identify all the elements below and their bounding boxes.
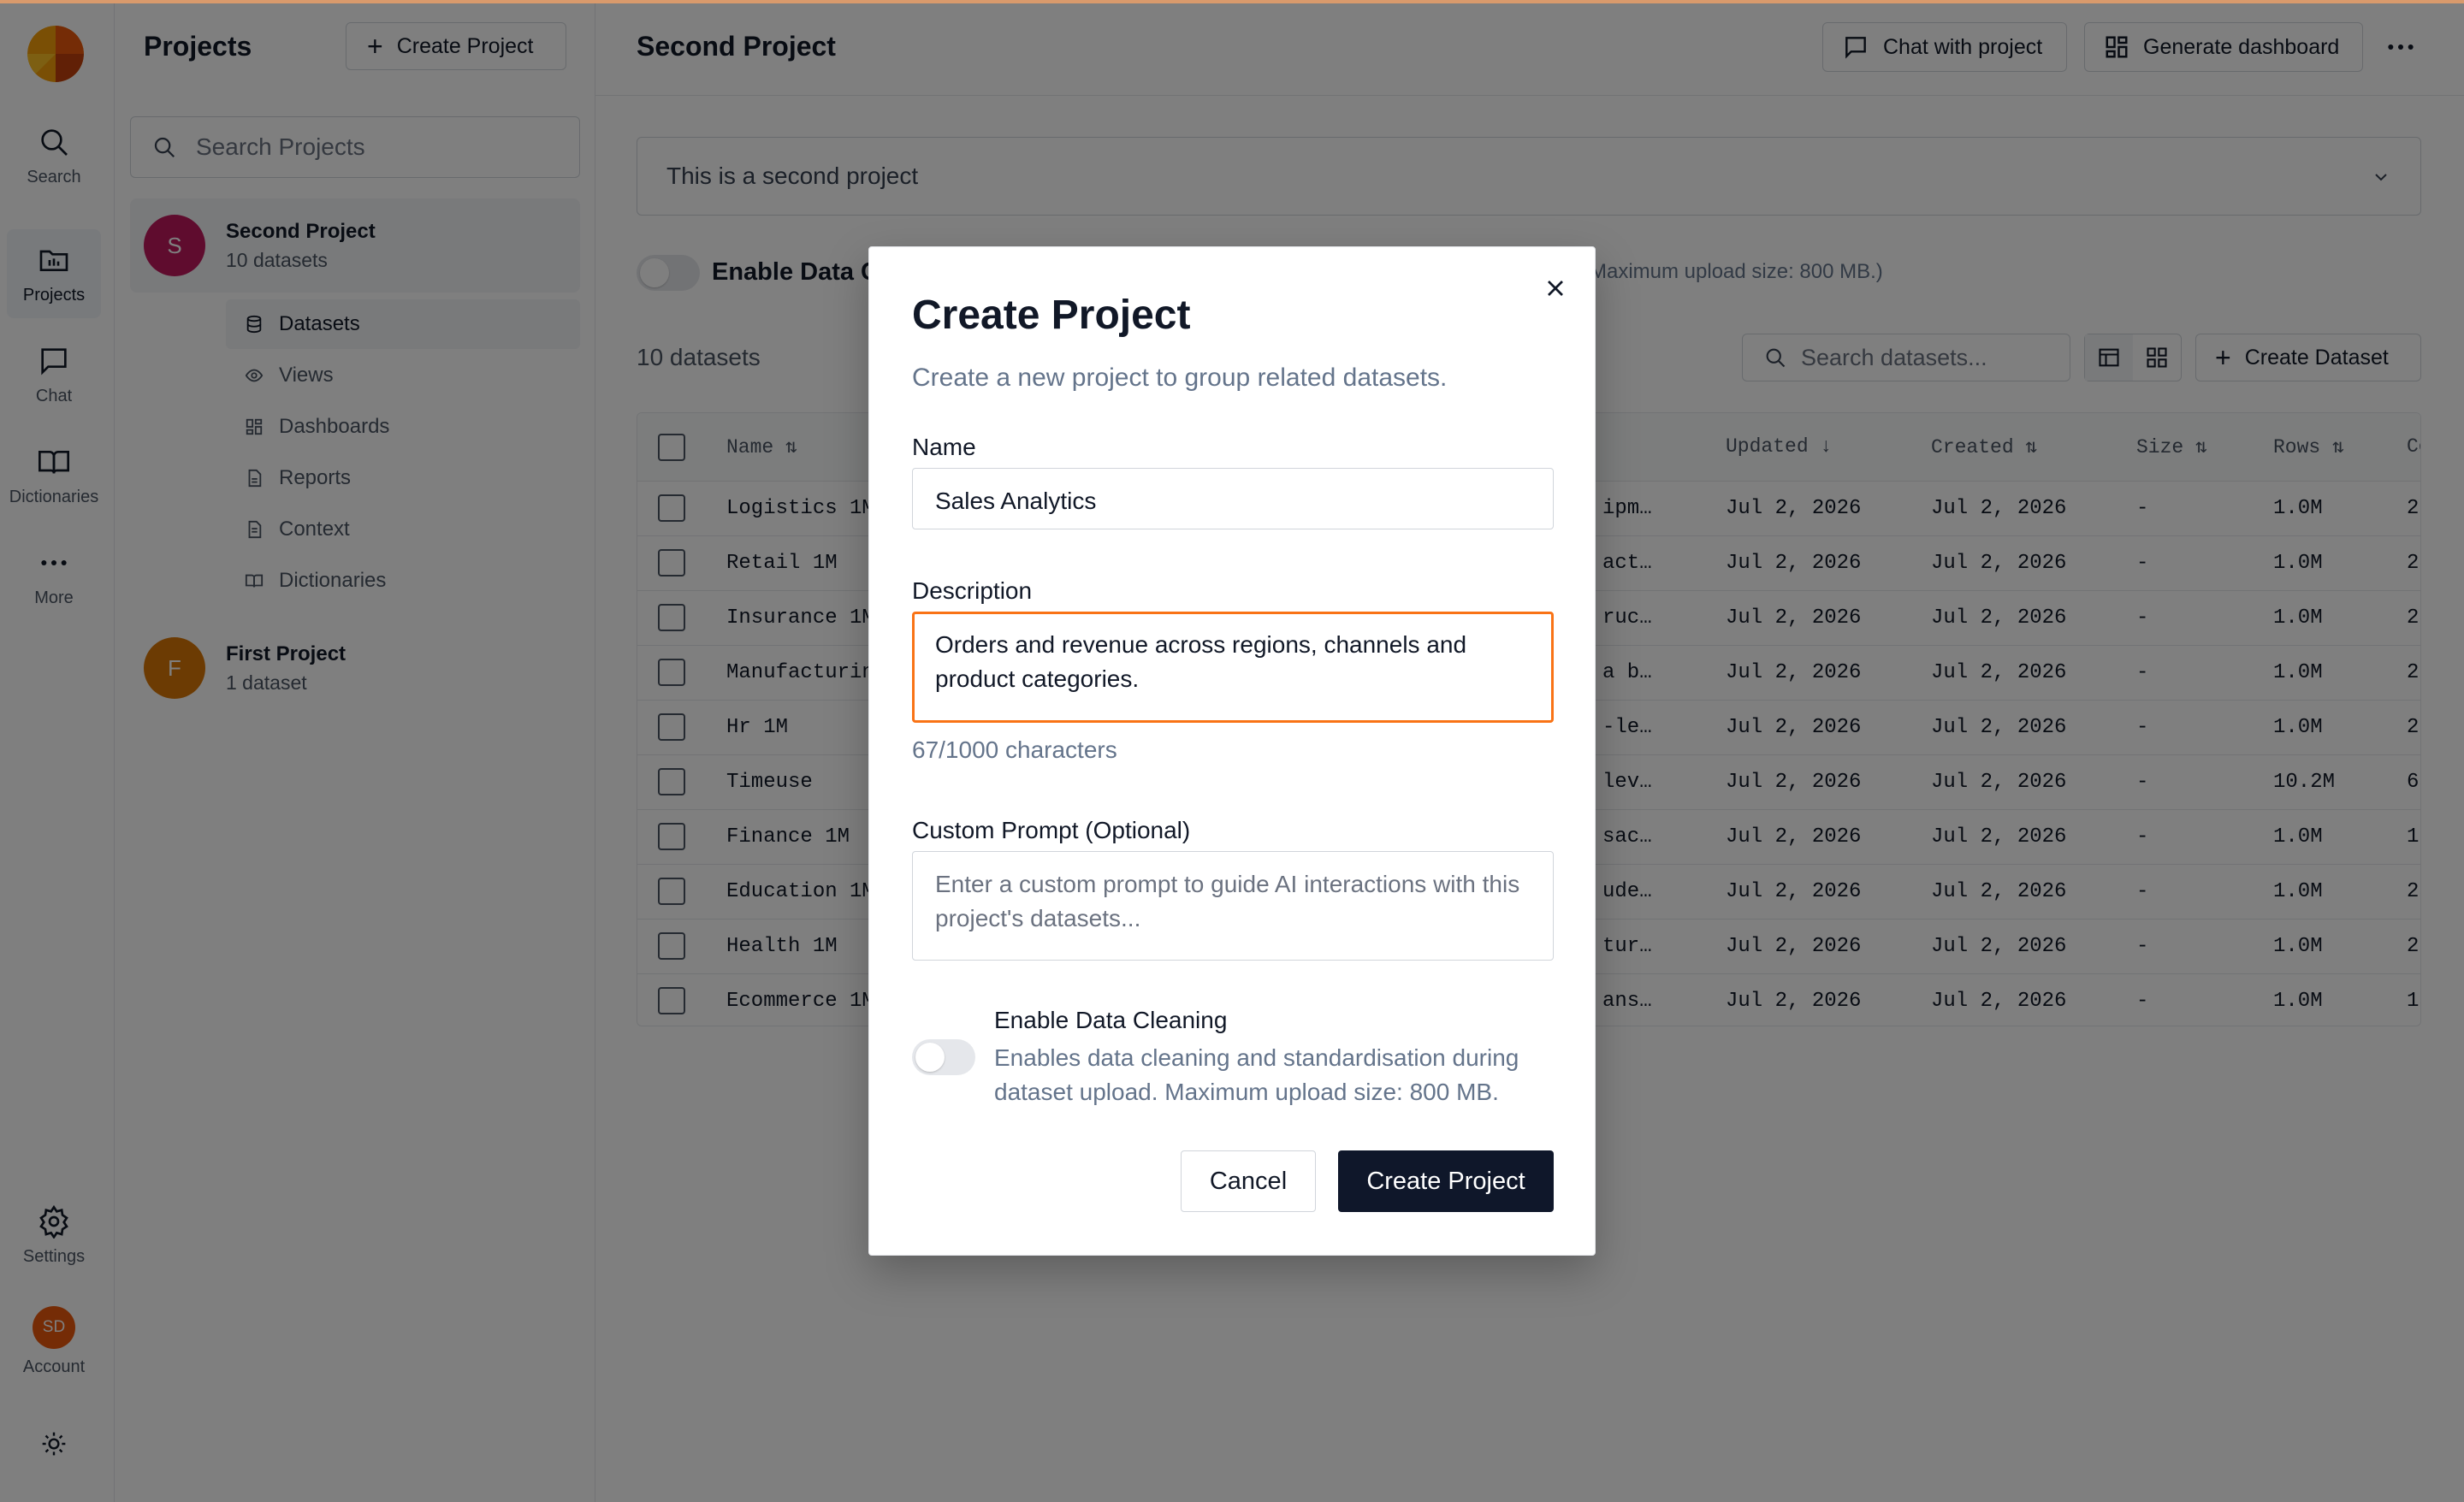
name-field[interactable]: Sales Analytics	[912, 468, 1554, 529]
name-value: Sales Analytics	[935, 488, 1097, 514]
custom-prompt-placeholder: Enter a custom prompt to guide AI intera…	[935, 871, 1520, 931]
description-label: Description	[912, 577, 1033, 604]
description-field[interactable]: Orders and revenue across regions, chann…	[912, 612, 1554, 723]
dialog-subtitle: Create a new project to group related da…	[912, 364, 1448, 392]
name-label: Name	[912, 434, 976, 460]
dialog-title: Create Project	[912, 293, 1191, 338]
custom-prompt-field[interactable]: Enter a custom prompt to guide AI intera…	[912, 851, 1554, 961]
enable-data-cleaning-toggle[interactable]	[912, 1039, 975, 1075]
close-icon	[1548, 281, 1563, 296]
data-cleaning-description: Enables data cleaning and standardisatio…	[994, 1044, 1519, 1105]
data-cleaning-title: Enable Data Cleaning	[994, 1007, 1228, 1033]
cancel-button[interactable]: Cancel	[1181, 1150, 1316, 1212]
description-value: Orders and revenue across regions, chann…	[935, 631, 1467, 692]
submit-create-project-button[interactable]: Create Project	[1338, 1150, 1554, 1212]
close-button[interactable]	[1542, 275, 1569, 302]
top-accent-line	[0, 0, 2464, 3]
character-count: 67/1000 characters	[912, 736, 1117, 763]
custom-prompt-label: Custom Prompt (Optional)	[912, 817, 1191, 843]
create-project-dialog: Create Project Create a new project to g…	[868, 246, 1596, 1256]
